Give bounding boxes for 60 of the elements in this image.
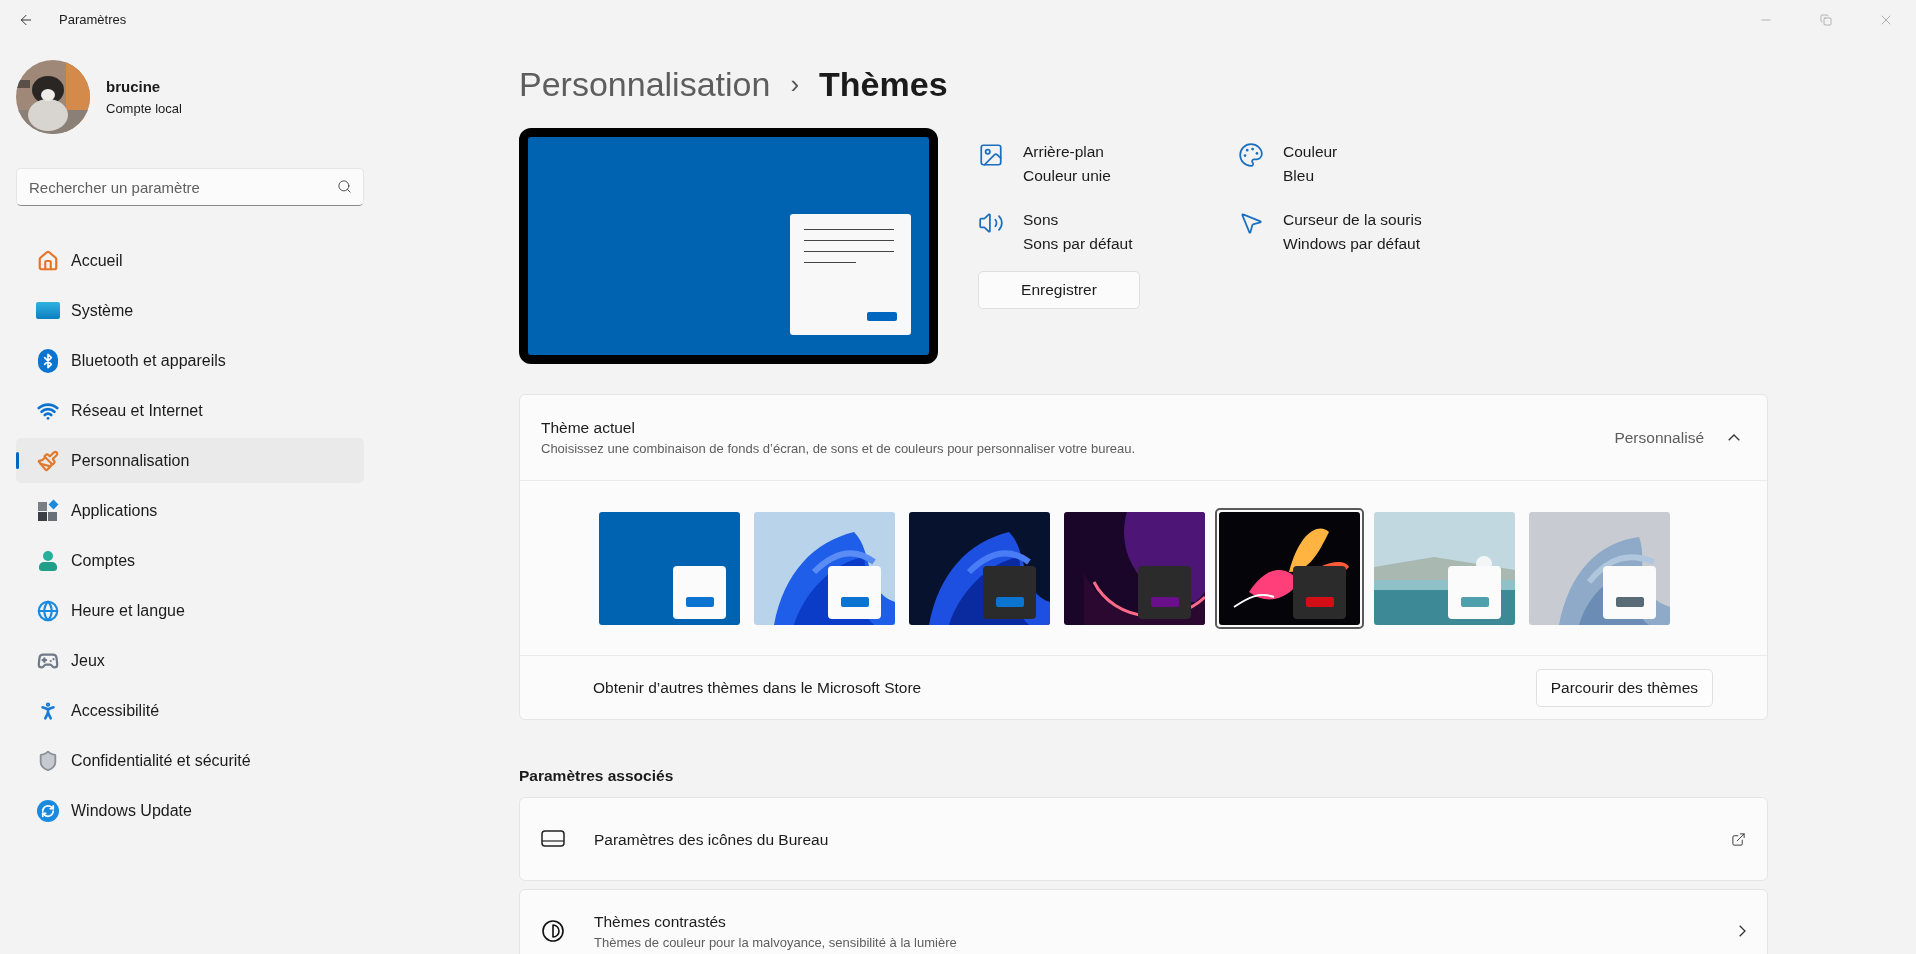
person-icon — [36, 548, 60, 573]
section-description: Choisissez une combinaison de fonds d’écran, de sons et de couleurs pour personnaliser votre bureau. — [541, 440, 1136, 459]
house-icon — [37, 249, 59, 272]
sidebar-item[interactable]: Applications — [16, 488, 364, 533]
settings-row[interactable]: Paramètres des icônes du Bureau — [519, 797, 1768, 882]
settings-row[interactable]: Thèmes contrastés Thèmes de couleur pour la malvoyance, sensibilité à la lumière — [519, 889, 1768, 954]
property-value: Couleur unie — [1023, 166, 1111, 186]
theme-status: Personnalisé — [1614, 427, 1704, 448]
window-title: Paramètres — [59, 11, 127, 30]
section-title: Thème actuel — [541, 418, 636, 439]
restore-icon — [1820, 14, 1832, 26]
back-arrow-icon — [18, 12, 34, 28]
row-title: Thèmes contrastés — [594, 911, 727, 932]
apps-icon — [36, 498, 60, 523]
property-label: Arrière-plan — [1023, 142, 1105, 162]
chevron-right-icon — [1739, 925, 1746, 938]
image-icon — [978, 142, 1004, 168]
property-value: Sons par défaut — [1023, 234, 1133, 254]
sidebar-item[interactable]: Réseau et Internet — [16, 388, 364, 433]
breadcrumb-link[interactable]: Personnalisation — [519, 58, 771, 110]
sidebar-item[interactable]: Confidentialité et sécurité — [16, 738, 364, 783]
brush-icon — [37, 449, 59, 472]
accent-bar — [867, 312, 897, 321]
breadcrumb-separator: › — [790, 67, 800, 101]
refresh-icon — [37, 799, 59, 822]
bluetooth-icon — [38, 348, 58, 373]
external-link-icon — [1731, 831, 1746, 847]
save-button[interactable]: Enregistrer — [978, 271, 1140, 309]
section-heading: Paramètres associés — [519, 766, 675, 786]
row-title: Paramètres des icônes du Bureau — [594, 829, 829, 850]
sidebar-item[interactable]: Jeux — [16, 638, 364, 683]
shield-icon — [37, 749, 59, 772]
page-title: Thèmes — [819, 63, 948, 105]
sidebar-item[interactable]: Accessibilité — [16, 688, 364, 733]
property-value: Windows par défaut — [1283, 234, 1421, 254]
property-value: Bleu — [1283, 166, 1316, 186]
browse-themes-button[interactable]: Parcourir des thèmes — [1535, 668, 1713, 707]
sidebar-item[interactable]: Comptes — [16, 538, 364, 583]
property-label: Sons — [1023, 210, 1060, 230]
property-label: Couleur — [1283, 142, 1338, 162]
monitor-icon — [36, 302, 60, 319]
sidebar-item[interactable]: Personnalisation — [16, 438, 364, 483]
store-text: Obtenir d’autres thèmes dans le Microsoft Store — [593, 677, 922, 698]
selection-indicator — [16, 452, 19, 469]
row-description: Thèmes de couleur pour la malvoyance, sensibilité à la lumière — [594, 934, 957, 953]
search-field[interactable]: Rechercher un paramètre — [16, 168, 364, 206]
palette-icon — [1238, 142, 1264, 168]
contrast-icon — [541, 919, 565, 944]
account-name: brucine — [106, 77, 162, 97]
sidebar-item[interactable]: Accueil — [16, 238, 364, 283]
sidebar-item[interactable]: Système — [16, 288, 364, 333]
chevron-up-icon — [1728, 434, 1740, 441]
sidebar-item[interactable]: Heure et langue — [16, 588, 364, 633]
sidebar-item[interactable]: Bluetooth et appareils — [16, 338, 364, 383]
property-label: Curseur de la souris — [1283, 210, 1422, 230]
search-icon — [337, 179, 352, 194]
display-icon — [541, 829, 565, 850]
account-type: Compte local — [106, 99, 182, 118]
sidebar-item[interactable]: Windows Update — [16, 788, 364, 833]
globe-icon — [37, 599, 59, 622]
